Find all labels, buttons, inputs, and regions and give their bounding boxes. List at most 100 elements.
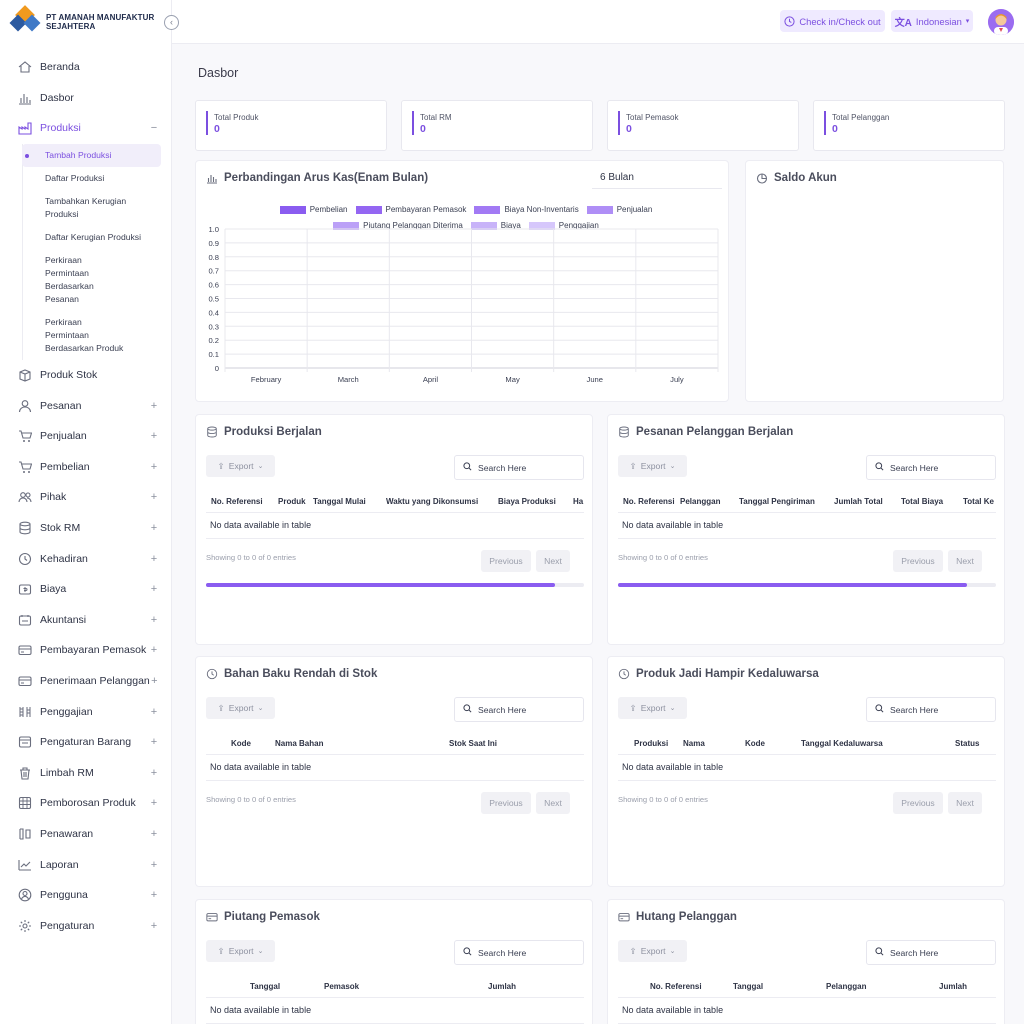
previous-button[interactable]: Previous [893, 792, 943, 814]
sidebar-item-pihak[interactable]: Pihak + [0, 482, 171, 513]
sidebar-item-pengaturan-barang[interactable]: Pengaturan Barang + [0, 727, 171, 758]
column-header[interactable]: No. Referensi [623, 497, 675, 506]
submenu-item-tambahkan-kerugian-produksi[interactable]: Tambahkan Kerugian Produksi [22, 190, 161, 226]
plus-icon[interactable]: + [149, 491, 159, 503]
previous-button[interactable]: Previous [481, 550, 531, 572]
sidebar-item-pembelian[interactable]: Pembelian + [0, 452, 171, 483]
column-header[interactable]: Tanggal [250, 982, 280, 991]
column-header[interactable]: Pelanggan [680, 497, 720, 506]
column-header[interactable]: Tanggal Mulai [313, 497, 366, 506]
column-header[interactable]: No. Referensi [211, 497, 263, 506]
column-header[interactable]: Produk [278, 497, 306, 506]
search-input[interactable]: Search Here [454, 697, 584, 722]
sidebar-item-pesanan[interactable]: Pesanan + [0, 390, 171, 421]
sidebar-item-dasbor[interactable]: Dasbor [0, 83, 171, 114]
column-header[interactable]: Biaya Produksi [498, 497, 556, 506]
sidebar-item-stok-rm[interactable]: Stok RM + [0, 513, 171, 544]
check-in-out-button[interactable]: Check in/Check out [780, 10, 885, 32]
horizontal-scrollbar[interactable] [618, 583, 996, 587]
sidebar-item-penerimaan-pelanggan[interactable]: Penerimaan Pelanggan + [0, 666, 171, 697]
plus-icon[interactable]: + [150, 675, 159, 687]
export-button[interactable]: ⇪ Export ⌄ [618, 940, 687, 962]
sidebar-item-biaya[interactable]: Biaya + [0, 574, 171, 605]
previous-button[interactable]: Previous [893, 550, 943, 572]
plus-icon[interactable]: + [149, 706, 159, 718]
plus-icon[interactable]: + [149, 736, 159, 748]
column-header[interactable]: Ha [573, 497, 583, 506]
submenu-item-daftar-kerugian-produksi[interactable]: Daftar Kerugian Produksi [22, 226, 161, 249]
export-button[interactable]: ⇪ Export ⌄ [618, 455, 687, 477]
column-header[interactable]: Jumlah Total [834, 497, 883, 506]
next-button[interactable]: Next [536, 792, 570, 814]
period-select[interactable]: 6 Bulan [592, 167, 722, 189]
search-input[interactable]: Search Here [454, 455, 584, 480]
column-header[interactable]: Status [955, 739, 979, 748]
column-header[interactable]: Pemasok [324, 982, 359, 991]
column-header[interactable]: Jumlah [488, 982, 516, 991]
column-header[interactable]: Nama Bahan [275, 739, 323, 748]
sidebar-item-kehadiran[interactable]: Kehadiran + [0, 543, 171, 574]
column-header[interactable]: Stok Saat Ini [449, 739, 497, 748]
export-button[interactable]: ⇪ Export ⌄ [206, 940, 275, 962]
plus-icon[interactable]: + [149, 797, 159, 809]
sidebar-item-penggajian[interactable]: Penggajian + [0, 696, 171, 727]
column-header[interactable]: Total Biaya [901, 497, 943, 506]
sidebar-item-akuntansi[interactable]: Akuntansi + [0, 605, 171, 636]
plus-icon[interactable]: + [149, 430, 159, 442]
sidebar-item-pemborosan-produk[interactable]: Pemborosan Produk + [0, 788, 171, 819]
user-avatar[interactable] [988, 9, 1014, 35]
submenu-item-perkiraan-permintaan-berdasarkan-pesanan[interactable]: Perkiraan Permintaan Berdasarkan Pesanan [22, 249, 161, 311]
plus-icon[interactable]: + [149, 400, 159, 412]
plus-icon[interactable]: + [149, 553, 159, 565]
plus-icon[interactable]: + [149, 583, 159, 595]
sidebar-collapse-button[interactable]: ‹ [164, 15, 179, 30]
legend-entry[interactable]: Pembayaran Pemasok [355, 203, 466, 217]
export-button[interactable]: ⇪ Export ⌄ [618, 697, 687, 719]
plus-icon[interactable]: + [149, 644, 159, 656]
column-header[interactable]: Tanggal [733, 982, 763, 991]
column-header[interactable]: Kode [231, 739, 251, 748]
plus-icon[interactable]: + [149, 889, 159, 901]
column-header[interactable]: Waktu yang Dikonsumsi [386, 497, 478, 506]
scrollbar-thumb[interactable] [618, 583, 967, 587]
column-header[interactable]: Produksi [634, 739, 668, 748]
plus-icon[interactable]: + [149, 522, 159, 534]
sidebar-item-pembayaran-pemasok[interactable]: Pembayaran Pemasok + [0, 635, 171, 666]
plus-icon[interactable]: + [149, 920, 159, 932]
sidebar-item-laporan[interactable]: Laporan + [0, 849, 171, 880]
column-header[interactable]: Tanggal Pengiriman [739, 497, 815, 506]
sidebar-item-beranda[interactable]: Beranda [0, 52, 171, 83]
column-header[interactable]: No. Referensi [650, 982, 702, 991]
submenu-item-perkiraan-permintaan-berdasarkan-produk[interactable]: Perkiraan Permintaan Berdasarkan Produk [22, 311, 161, 360]
export-button[interactable]: ⇪ Export ⌄ [206, 697, 275, 719]
minus-icon[interactable]: − [149, 122, 159, 134]
plus-icon[interactable]: + [149, 614, 159, 626]
search-input[interactable]: Search Here [454, 940, 584, 965]
previous-button[interactable]: Previous [481, 792, 531, 814]
next-button[interactable]: Next [948, 550, 982, 572]
legend-entry[interactable]: Pembelian [279, 203, 348, 217]
sidebar-item-pengaturan[interactable]: Pengaturan + [0, 910, 171, 941]
horizontal-scrollbar[interactable] [206, 583, 584, 587]
sidebar-item-produk-stok[interactable]: Produk Stok [0, 360, 171, 391]
search-input[interactable]: Search Here [866, 697, 996, 722]
next-button[interactable]: Next [536, 550, 570, 572]
search-input[interactable]: Search Here [866, 455, 996, 480]
plus-icon[interactable]: + [149, 859, 159, 871]
sidebar-item-limbah-rm[interactable]: Limbah RM + [0, 758, 171, 789]
sidebar-item-penawaran[interactable]: Penawaran + [0, 819, 171, 850]
export-button[interactable]: ⇪ Export ⌄ [206, 455, 275, 477]
scrollbar-thumb[interactable] [206, 583, 555, 587]
column-header[interactable]: Pelanggan [826, 982, 866, 991]
submenu-item-tambah-produksi[interactable]: Tambah Produksi [22, 143, 161, 167]
plus-icon[interactable]: + [149, 767, 159, 779]
language-select[interactable]: 文A Indonesian ▾ [891, 10, 973, 32]
column-header[interactable]: Total Ke [963, 497, 994, 506]
column-header[interactable]: Kode [745, 739, 765, 748]
search-input[interactable]: Search Here [866, 940, 996, 965]
column-header[interactable]: Jumlah [939, 982, 967, 991]
column-header[interactable]: Tanggal Kedaluwarsa [801, 739, 883, 748]
legend-entry[interactable]: Biaya Non-Inventaris [474, 203, 579, 217]
column-header[interactable]: Nama [683, 739, 705, 748]
submenu-item-daftar-produksi[interactable]: Daftar Produksi [22, 167, 161, 190]
